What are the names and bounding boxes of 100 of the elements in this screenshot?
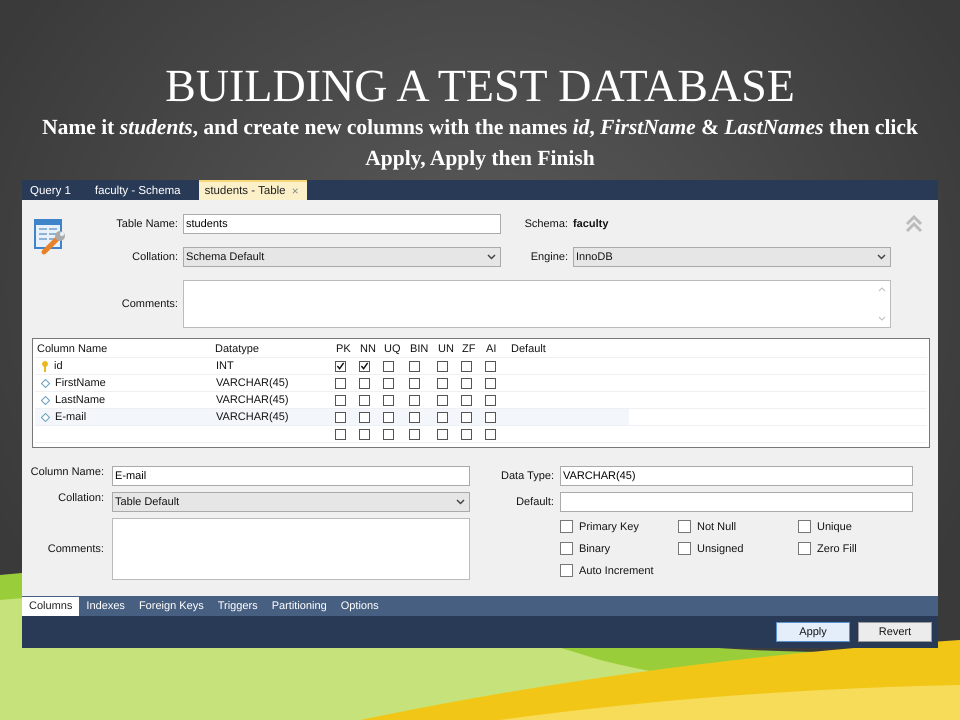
default-field[interactable]	[560, 492, 913, 512]
table-cell: E-mail	[55, 411, 86, 423]
checkbox[interactable]	[678, 542, 691, 555]
action-button[interactable]: Revert	[858, 622, 932, 642]
option-checkbox[interactable]: Not Null	[678, 520, 798, 533]
checkbox[interactable]	[335, 428, 346, 440]
comments-field[interactable]	[183, 280, 891, 328]
checkbox[interactable]	[409, 378, 420, 388]
checkbox[interactable]	[409, 412, 420, 422]
column-header[interactable]: Column Name	[35, 343, 213, 355]
checkbox[interactable]	[560, 520, 573, 533]
option-checkbox[interactable]: Unsigned	[678, 542, 798, 555]
editor-tab[interactable]: Foreign Keys	[132, 597, 211, 616]
editor-tab[interactable]: Options	[334, 597, 386, 616]
checkbox[interactable]	[437, 378, 448, 388]
field-label: Data Type:	[500, 470, 554, 482]
column-header[interactable]: UQ	[382, 343, 408, 355]
collation-dropdown[interactable]: Table Default	[112, 492, 470, 512]
checkbox[interactable]	[359, 394, 370, 406]
checkbox[interactable]	[485, 412, 496, 422]
comments-field[interactable]	[112, 518, 470, 580]
editor-tab[interactable]: Columns	[22, 597, 80, 616]
checkbox[interactable]	[335, 412, 346, 422]
grid-row[interactable]: id INT	[35, 358, 927, 375]
checkbox[interactable]	[437, 394, 448, 406]
checkbox[interactable]	[359, 360, 370, 372]
grid-row[interactable]: FirstName VARCHAR(45)	[35, 375, 927, 392]
checkbox[interactable]	[409, 360, 420, 372]
checkbox[interactable]	[485, 360, 496, 372]
editor-tab[interactable]: Indexes	[79, 597, 132, 616]
document-tab[interactable]: Query 1	[24, 182, 79, 200]
checkbox[interactable]	[461, 428, 472, 440]
checkbox[interactable]	[383, 378, 394, 388]
chevron-down-icon	[456, 499, 465, 505]
column-header[interactable]: PK	[334, 343, 358, 355]
checkbox[interactable]	[383, 360, 394, 372]
checkbox[interactable]	[485, 428, 496, 440]
checkbox[interactable]	[461, 412, 472, 422]
checkbox[interactable]	[437, 428, 448, 440]
checkbox[interactable]	[359, 428, 370, 440]
action-button[interactable]: Apply	[776, 622, 850, 642]
column-header[interactable]: ZF	[460, 343, 484, 355]
grid-row[interactable]: E-mail VARCHAR(45)	[35, 409, 927, 426]
field-label: Comments:	[120, 298, 178, 310]
table-cell: INT	[216, 360, 234, 372]
option-checkbox[interactable]: Unique	[798, 520, 898, 533]
checkbox[interactable]	[461, 378, 472, 388]
editor-tab[interactable]: Triggers	[210, 597, 265, 616]
option-checkbox[interactable]: Auto Increment	[560, 564, 678, 577]
checkbox[interactable]	[678, 520, 691, 533]
slide-subtitle: Name it students, and create new columns with the names id, FirstName & LastNames then click Apply, Apply then Finish	[41, 114, 919, 172]
option-checkbox[interactable]: Binary	[560, 542, 678, 555]
field-label: Collation:	[131, 250, 178, 263]
checkbox[interactable]	[409, 428, 420, 440]
field-label: Collation:	[57, 492, 104, 506]
column-header[interactable]: UN	[436, 343, 460, 355]
checkbox[interactable]	[409, 394, 420, 406]
document-tab[interactable]: faculty - Schema	[88, 182, 189, 200]
checkbox[interactable]	[335, 360, 346, 372]
column-header[interactable]: Datatype	[213, 343, 334, 355]
tab-label: Query 1	[30, 185, 71, 197]
checkbox[interactable]	[560, 542, 573, 555]
column-header[interactable]: BIN	[408, 343, 436, 355]
checkbox[interactable]	[383, 394, 394, 406]
checkbox[interactable]	[359, 378, 370, 388]
table-cell: FirstName	[55, 377, 106, 389]
editor-tab[interactable]: Partitioning	[264, 597, 334, 616]
checkbox[interactable]	[798, 542, 811, 555]
column-name-field[interactable]: E-mail	[112, 466, 470, 486]
table-cell: VARCHAR(45)	[216, 377, 289, 389]
checkbox[interactable]	[798, 520, 811, 533]
collation-dropdown[interactable]: Schema Default	[183, 246, 501, 267]
checkbox[interactable]	[383, 412, 394, 422]
checkbox[interactable]	[437, 412, 448, 422]
key-icon	[41, 360, 49, 372]
option-checkbox[interactable]: Primary Key	[560, 520, 678, 533]
field-label: Engine:	[530, 250, 568, 263]
document-tab[interactable]: students - Table ×	[198, 180, 307, 200]
checkbox[interactable]	[461, 394, 472, 406]
checkbox[interactable]	[560, 564, 573, 577]
column-header[interactable]: Default	[509, 343, 629, 355]
field-label: Table Name:	[115, 218, 178, 230]
engine-dropdown[interactable]: InnoDB	[573, 246, 891, 267]
checkbox[interactable]	[437, 360, 448, 372]
table-wrench-icon	[34, 216, 68, 256]
checkbox[interactable]	[485, 394, 496, 406]
checkbox[interactable]	[485, 378, 496, 388]
chevron-down-icon	[877, 254, 886, 260]
checkbox[interactable]	[335, 378, 346, 388]
data-type-field[interactable]: VARCHAR(45)	[560, 466, 913, 486]
field-label: Column Name:	[30, 466, 104, 480]
checkbox[interactable]	[335, 394, 346, 406]
column-header[interactable]: NN	[358, 343, 382, 355]
column-header[interactable]: AI	[484, 343, 509, 355]
table-cell: LastName	[55, 394, 106, 406]
option-checkbox[interactable]: Zero Fill	[798, 542, 898, 555]
table-name-field[interactable]: students	[183, 214, 501, 234]
checkbox[interactable]	[383, 428, 394, 440]
checkbox[interactable]	[461, 360, 472, 372]
checkbox[interactable]	[359, 412, 370, 422]
